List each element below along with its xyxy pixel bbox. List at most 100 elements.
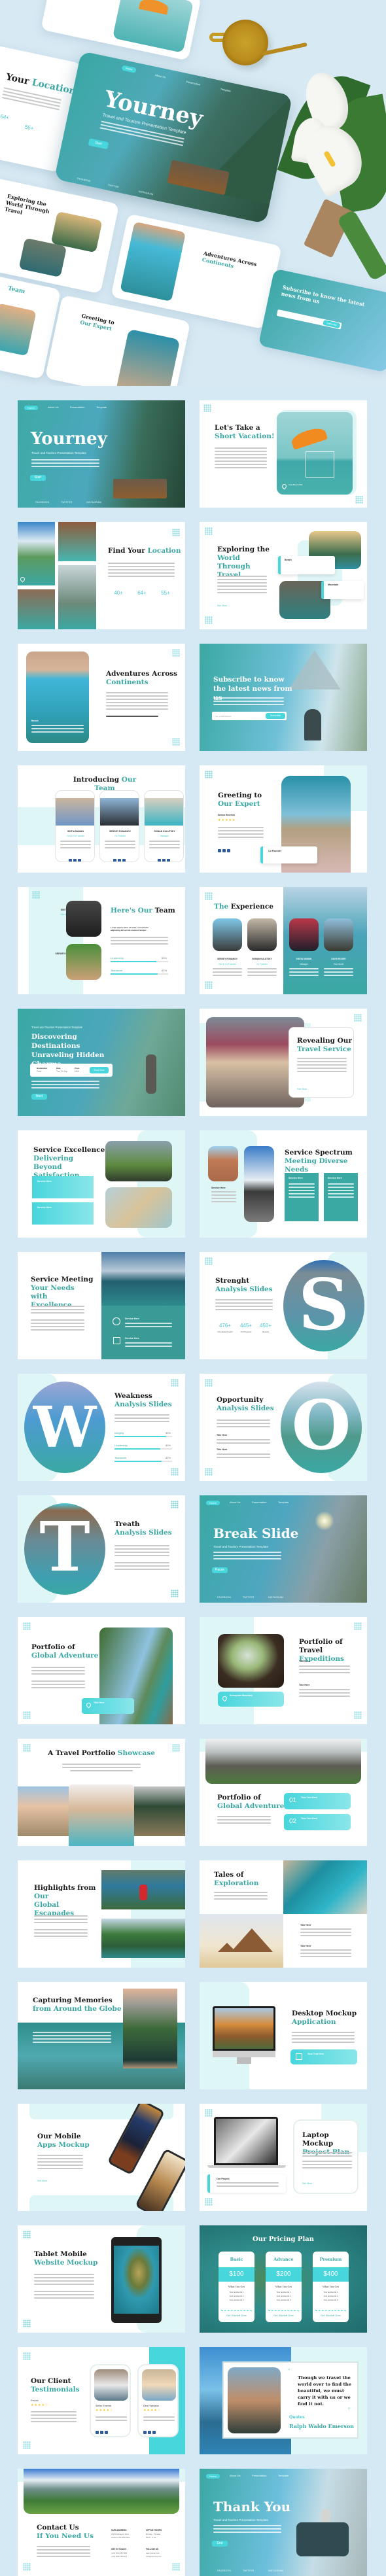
- get-started-button[interactable]: Get Started Now: [266, 2314, 302, 2317]
- subscribe-button[interactable]: Subscribe: [266, 713, 285, 719]
- contact-line[interactable]: 08.00 - 17.00: [146, 2537, 156, 2539]
- slide-introducing-team[interactable]: Introducing Our Team SINTIA MUMAN Ceo & C…: [18, 765, 185, 873]
- slide-capturing-memories[interactable]: Capturing Memories from Around the Globe: [18, 1982, 185, 2089]
- nav-about[interactable]: About Us: [230, 2474, 240, 2477]
- get-started-button[interactable]: Get Started Now: [219, 2314, 254, 2317]
- slide-pricing-plan[interactable]: Our Pricing Plan Basic $100 What You Get Yo…: [200, 2225, 367, 2333]
- social-twitter[interactable]: TWITTER: [243, 2569, 254, 2572]
- linkedin-icon[interactable]: [113, 859, 116, 862]
- linkedin-icon[interactable]: [158, 859, 161, 862]
- nav-home[interactable]: Home: [206, 2474, 220, 2479]
- nav-template[interactable]: Template: [278, 1501, 289, 1504]
- slide-desktop-mockup[interactable]: Desktop Mockup Application Your Text Her…: [200, 1982, 367, 2089]
- slide-portfolio-showcase[interactable]: A Travel Portfolio Showcase: [18, 1739, 185, 1846]
- nav-presentation[interactable]: Presentation: [252, 2474, 266, 2477]
- facebook-icon[interactable]: [167, 859, 170, 862]
- contact-line[interactable]: (+62) 8098 7654 321: [111, 2556, 127, 2558]
- slide-client-testimonials[interactable]: Our Client Testimonials Review ★★★★☆ Sim…: [18, 2347, 185, 2454]
- social-facebook[interactable]: FACEBOOK: [35, 501, 49, 504]
- destination-value[interactable]: Paris: [37, 1070, 41, 1073]
- contact-line[interactable]: Monday - Thursday: [146, 2533, 160, 2535]
- slide-highlights-escapades[interactable]: Highlights from Our Global Escapades: [18, 1860, 185, 1968]
- contact-line[interactable]: 200 Broadway Av West: [111, 2533, 129, 2535]
- contact-line[interactable]: www.yourney.com: [146, 2552, 160, 2554]
- slide-greeting-expert[interactable]: Greeting to Our Expert Simon Emerick ★★★…: [200, 765, 367, 873]
- facebook-icon[interactable]: [152, 2431, 156, 2434]
- contact-line[interactable]: Canberra WA 0000 West: [111, 2537, 130, 2539]
- nav-about[interactable]: About Us: [48, 406, 58, 409]
- hero-start-button[interactable]: Start: [88, 138, 109, 150]
- slide-short-vacation[interactable]: Let's Take a Short Vacation! Kuta Beach …: [200, 400, 367, 508]
- linkedin-icon[interactable]: [96, 2431, 99, 2434]
- date-value[interactable]: Tue, 29 Sep: [56, 1070, 67, 1073]
- slide-thank-you[interactable]: Home About Us Presentation Template Than…: [200, 2469, 367, 2576]
- slide-portfolio-expeditions[interactable]: Sunnyvale Mountain Portfolio of Travel E…: [200, 1617, 367, 1724]
- hero-nav-presentation[interactable]: Presentation: [186, 80, 201, 86]
- slide-laptop-mockup[interactable]: Our Project Laptop Mockup Project Plan S…: [200, 2104, 367, 2211]
- nav-template[interactable]: Template: [278, 2474, 289, 2477]
- hero-social-twitter[interactable]: TWITTER: [107, 184, 119, 189]
- hero-nav-about[interactable]: About Us: [155, 73, 166, 78]
- nav-home[interactable]: Home: [24, 406, 38, 410]
- slide-exploring-world[interactable]: Exploring the World Through Travel See M…: [200, 522, 367, 629]
- slide-quote[interactable]: “ Though we travel the world over to fin…: [200, 2347, 367, 2454]
- see-more-link[interactable]: See More: [37, 2180, 47, 2182]
- linkedin-icon[interactable]: [69, 859, 72, 862]
- pause-button[interactable]: Pause: [212, 1567, 228, 1573]
- slide-tablet-mockup[interactable]: Tablet Mobile Website Mockup: [18, 2225, 185, 2333]
- mail-icon[interactable]: [73, 859, 77, 862]
- facebook-icon[interactable]: [227, 849, 230, 852]
- linkedin-icon[interactable]: [143, 2431, 147, 2434]
- nav-template[interactable]: Template: [96, 406, 107, 409]
- slide-subscribe[interactable]: Subscribe to know the latest news from u…: [200, 644, 367, 751]
- facebook-icon[interactable]: [122, 859, 126, 862]
- see-more-link[interactable]: See More: [302, 2182, 312, 2185]
- get-started-button[interactable]: Get Started Now: [313, 2314, 349, 2317]
- next-button[interactable]: Next: [31, 1094, 47, 1100]
- contact-line[interactable]: office@yourney.com: [146, 2556, 161, 2558]
- social-instagram[interactable]: INSTAGRAM: [86, 501, 101, 504]
- slide-strength-analysis[interactable]: Strenght Analysis Slides 476+ Complete P…: [200, 1252, 367, 1359]
- hero-nav-home[interactable]: Home: [121, 65, 137, 73]
- slide-tales-exploration[interactable]: Tales of Exploration Title Here Title He…: [200, 1860, 367, 1968]
- social-instagram[interactable]: INSTAGRAM: [268, 1596, 283, 1599]
- social-twitter[interactable]: TWITTER: [61, 501, 72, 504]
- slide-threat-analysis[interactable]: T Treath Analysis Slides: [18, 1495, 185, 1603]
- mail-icon[interactable]: [222, 849, 226, 852]
- social-twitter[interactable]: TWITTER: [243, 1596, 254, 1599]
- social-facebook[interactable]: FACEBOOK: [217, 2569, 231, 2572]
- mail-icon[interactable]: [118, 859, 121, 862]
- book-now-button[interactable]: Book Now: [90, 1067, 109, 1073]
- nav-about[interactable]: About Us: [230, 1501, 240, 1504]
- price-value[interactable]: $400: [75, 1070, 79, 1073]
- contact-line[interactable]: (+62) 8123 4567 890: [111, 2552, 127, 2554]
- facebook-icon[interactable]: [78, 859, 81, 862]
- slide-contact-us[interactable]: Contact Us If You Need Us OUR ADDRESS 200…: [18, 2469, 185, 2576]
- slide-service-excellence[interactable]: Service Excellence Delivering Beyond Sat…: [18, 1130, 185, 1238]
- slide-cover[interactable]: Home About Us Presentation Template Your…: [18, 400, 185, 508]
- mail-icon[interactable]: [100, 2431, 103, 2434]
- slide-portfolio-global[interactable]: Portfolio of Global Adventure Title Here: [18, 1617, 185, 1724]
- end-button[interactable]: End: [212, 2541, 228, 2547]
- slide-service-meeting[interactable]: Service Meeting Your Needs with Excellen…: [18, 1252, 185, 1359]
- slide-adventures-continents[interactable]: Beach Adventures Across Continents: [18, 644, 185, 751]
- social-facebook[interactable]: FACEBOOK: [217, 1596, 231, 1599]
- slide-service-spectrum[interactable]: Service Here Service Spectrum Meeting Di…: [200, 1130, 367, 1238]
- hero-social-instagram[interactable]: INSTAGRAM: [138, 190, 153, 196]
- see-more-link[interactable]: See More: [297, 1088, 307, 1090]
- slide-weakness-analysis[interactable]: W Weakness Analysis Slides Integrity 90% L…: [18, 1374, 185, 1481]
- nav-presentation[interactable]: Presentation: [70, 406, 84, 409]
- linkedin-icon[interactable]: [218, 849, 221, 852]
- slide-heres-our-team[interactable]: SINTIA MUMAN Ceo & Co Founder SERGEY ROM…: [18, 887, 185, 994]
- slide-revealing-service[interactable]: Revealing Our Travel Service See More: [200, 1009, 367, 1116]
- slide-break[interactable]: Home About Us Presentation Template Brea…: [200, 1495, 367, 1603]
- slide-find-location[interactable]: Find Your Location 40+ 64+ 55+: [18, 522, 185, 629]
- nav-presentation[interactable]: Presentation: [252, 1501, 266, 1504]
- social-instagram[interactable]: INSTAGRAM: [268, 2569, 283, 2572]
- slide-opportunity-analysis[interactable]: Opportunity Analysis Slides Title Here T…: [200, 1374, 367, 1481]
- mail-icon[interactable]: [162, 859, 166, 862]
- slide-the-experience[interactable]: The Experience SERGEY ROMANOV Ceo & Co Fo…: [200, 887, 367, 994]
- slide-discovering-destinations[interactable]: Travel and Tourism Presentation Template…: [18, 1009, 185, 1116]
- slide-mobile-apps[interactable]: Our Mobile Apps Mockup See More: [18, 2104, 185, 2211]
- start-button[interactable]: Start: [30, 475, 46, 481]
